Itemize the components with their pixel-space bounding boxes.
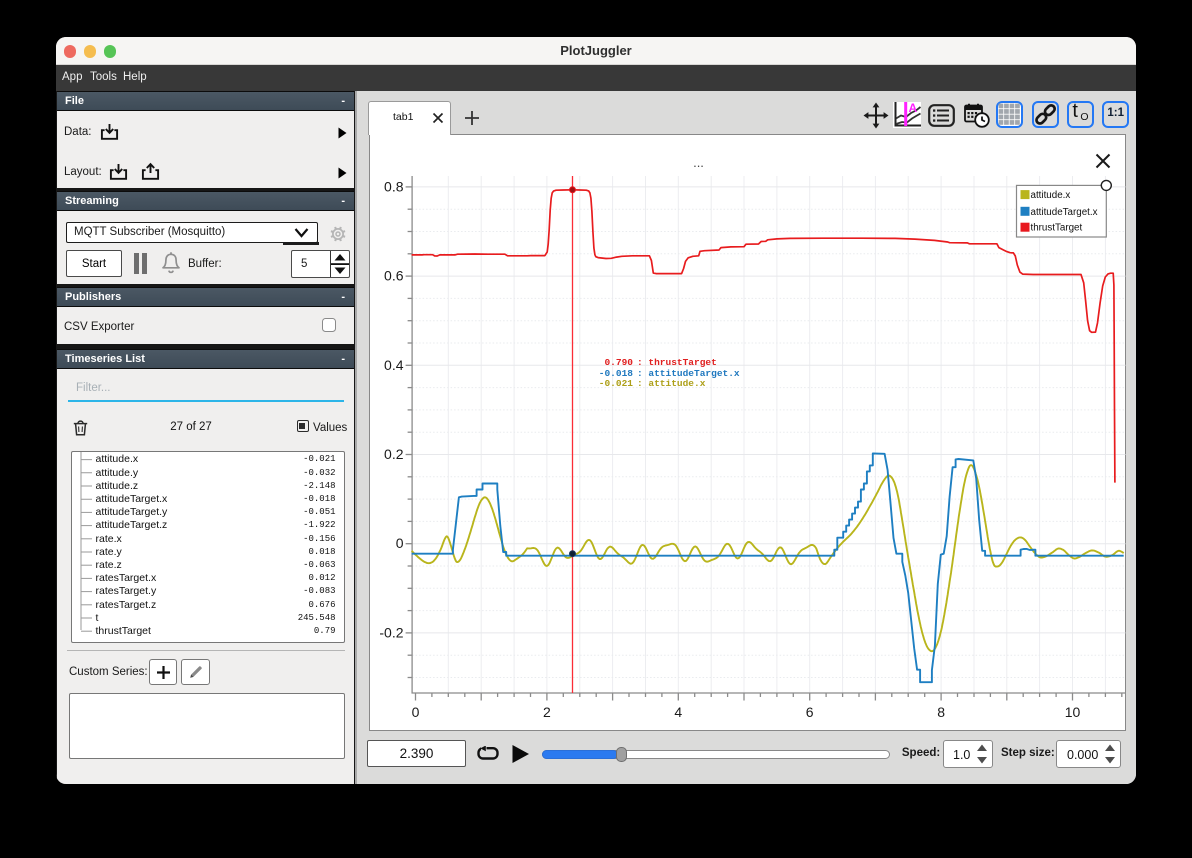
svg-text:attitude.x: attitude.x — [1030, 190, 1070, 201]
svg-text:attitudeTarget.x: attitudeTarget.x — [1030, 207, 1097, 218]
svg-text:0.2: 0.2 — [384, 446, 404, 462]
svg-text:0.8: 0.8 — [384, 178, 404, 194]
svg-text:6: 6 — [805, 704, 813, 720]
svg-text:0.790: 0.790 — [604, 357, 633, 368]
svg-text:A: A — [909, 102, 918, 115]
svg-text:0.4: 0.4 — [384, 357, 404, 373]
svg-text:4: 4 — [674, 704, 682, 720]
svg-text:0: 0 — [411, 704, 419, 720]
svg-text:: thrustTarget: : thrustTarget — [637, 357, 717, 368]
svg-text:: attitudeTarget.x: : attitudeTarget.x — [637, 368, 740, 379]
svg-text:-0.021: -0.021 — [598, 378, 633, 389]
svg-text:2: 2 — [543, 704, 551, 720]
svg-text:-0.018: -0.018 — [598, 368, 633, 379]
svg-text:0: 0 — [395, 535, 403, 551]
svg-text:8: 8 — [937, 704, 945, 720]
svg-text:10: 10 — [1064, 704, 1080, 720]
svg-text:0.6: 0.6 — [384, 268, 404, 284]
svg-text:...: ... — [693, 155, 704, 170]
svg-text:-0.2: -0.2 — [379, 624, 403, 640]
svg-text:thrustTarget: thrustTarget — [1030, 223, 1082, 234]
svg-text:: attitude.x: : attitude.x — [637, 378, 706, 389]
